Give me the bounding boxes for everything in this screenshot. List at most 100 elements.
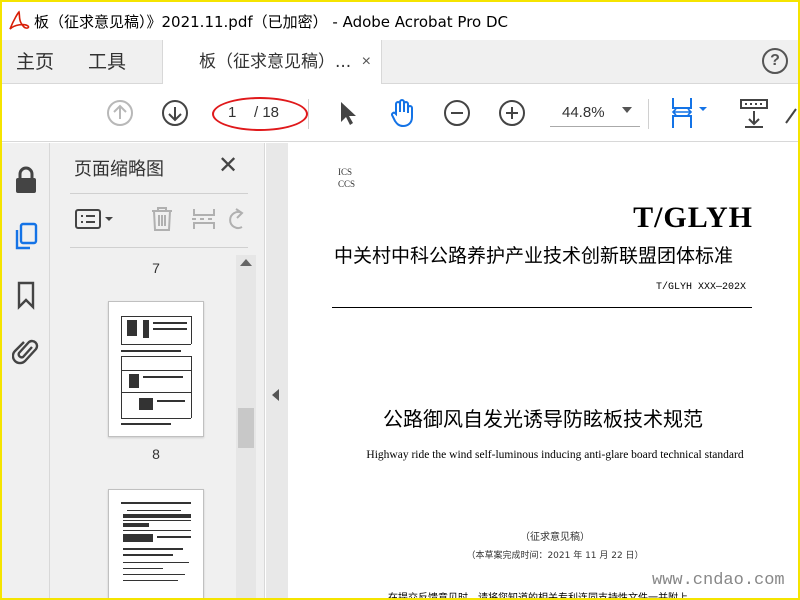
- thumbnail-block: [127, 320, 137, 336]
- thumbnail-line: [123, 574, 185, 575]
- thumbnail-line: [191, 356, 192, 418]
- zoom-select[interactable]: 44.8%: [550, 99, 640, 127]
- panel-divider: [70, 193, 248, 194]
- thumbnail-line: [191, 316, 192, 344]
- panel-title: 页面缩略图: [74, 159, 164, 180]
- thumbnail-line: [121, 356, 122, 418]
- thumbnail-page-number: 7: [152, 260, 160, 276]
- tab-tools[interactable]: 工具: [88, 40, 126, 84]
- lock-icon[interactable]: [12, 165, 40, 193]
- keyboard-scroll-icon: [740, 99, 768, 128]
- thumbnail-block: [143, 320, 149, 338]
- extract-page-button[interactable]: [190, 203, 218, 235]
- scroll-mode-button[interactable]: [736, 97, 772, 129]
- split-page-icon: [192, 209, 215, 229]
- delete-page-button[interactable]: [148, 203, 176, 235]
- toolbar-divider: [648, 99, 649, 129]
- thumbnail-line: [121, 370, 191, 371]
- thumbnail-page-number: 8: [152, 446, 160, 462]
- thumbnail-line: [143, 376, 183, 378]
- close-panel-button[interactable]: ✕: [218, 151, 238, 180]
- thumbnail-line: [121, 423, 171, 425]
- patent-notice: 在提交反馈意见时，请将您知道的相关专利连同支持性文件一并附上。: [388, 593, 698, 600]
- left-navigation-rail: [2, 143, 50, 598]
- panel-splitter[interactable]: [266, 143, 288, 598]
- hand-icon: [391, 99, 413, 128]
- scrollbar-thumb[interactable]: [238, 408, 254, 448]
- close-tab-button[interactable]: ×: [362, 40, 371, 84]
- thumbnail-line: [121, 316, 191, 317]
- scroll-up-arrow-icon[interactable]: [240, 259, 252, 266]
- thumbnail-line: [153, 328, 187, 330]
- tab-bar: 主页 工具 板（征求意见稿）... × ?: [2, 40, 798, 84]
- acrobat-icon: [6, 9, 32, 33]
- more-tools-button[interactable]: [782, 97, 798, 129]
- annotation-ellipse: [212, 97, 308, 131]
- zoom-value: 44.8%: [562, 104, 605, 121]
- thumbnail-line: [157, 536, 191, 538]
- fit-width-icon: [671, 98, 707, 128]
- toolbar: 1 / 18 44.8%: [2, 85, 798, 142]
- thumbnail-line: [121, 344, 191, 345]
- cursor-arrow-icon: [341, 102, 356, 125]
- pen-icon: [785, 108, 797, 124]
- tab-home[interactable]: 主页: [16, 40, 54, 84]
- thumbnail-line: [123, 568, 163, 569]
- zoom-in-button[interactable]: [496, 97, 528, 129]
- standard-code: T/GLYH XXX—202X: [655, 282, 746, 293]
- help-button[interactable]: ?: [762, 48, 788, 74]
- thumbnail-block: [123, 523, 149, 527]
- organization-code: T/GLYH: [633, 201, 753, 234]
- arrow-down-circle-icon: [162, 100, 188, 126]
- select-tool-button[interactable]: [332, 97, 364, 129]
- thumbnail-line: [123, 548, 183, 550]
- thumbnail-options-button[interactable]: [74, 203, 114, 235]
- thumbnail-block: [123, 534, 153, 542]
- fit-page-button[interactable]: [666, 97, 714, 129]
- thumbnail-line: [121, 418, 191, 419]
- thumbnail-line: [123, 554, 173, 556]
- thumbnail-line: [123, 520, 191, 521]
- title-bar: 板（征求意见稿）》2021.11.pdf（已加密） - Adobe Acroba…: [2, 2, 798, 40]
- arrow-up-circle-icon: [107, 100, 133, 126]
- app-window: 板（征求意见稿）》2021.11.pdf（已加密） - Adobe Acroba…: [0, 0, 800, 600]
- page-thumbnail-7[interactable]: [108, 301, 204, 437]
- thumbnail-line: [121, 356, 191, 357]
- trash-icon: [152, 207, 172, 231]
- zoom-out-button[interactable]: [441, 97, 473, 129]
- document-view[interactable]: ICS CCS T/GLYH 中关村中科公路养护产业技术创新联盟团体标准 T/G…: [288, 143, 798, 600]
- page-thumbnail-8[interactable]: [108, 489, 204, 598]
- thumbnail-block: [123, 514, 191, 518]
- thumbnail-line: [121, 502, 191, 504]
- tab-document[interactable]: 板（征求意见稿）... ×: [162, 40, 382, 84]
- document-title-en: Highway ride the wind self-luminous indu…: [366, 449, 744, 461]
- thumbnail-panel: 页面缩略图 ✕ 7 8: [50, 143, 265, 598]
- previous-page-button[interactable]: [104, 97, 136, 129]
- header-rule: [332, 307, 752, 308]
- watermark: www.cndao.com: [652, 571, 785, 590]
- hand-tool-button[interactable]: [386, 97, 418, 129]
- thumbnail-line: [123, 580, 178, 581]
- thumbnail-line: [123, 530, 191, 531]
- rotate-icon: [229, 208, 244, 229]
- thumbnail-scrollbar[interactable]: [236, 255, 256, 598]
- paperclip-icon[interactable]: [11, 335, 40, 365]
- rotate-page-button[interactable]: [228, 203, 248, 235]
- thumbnail-line: [121, 350, 181, 352]
- chevron-down-icon: [622, 107, 632, 113]
- ics-label: ICS: [338, 167, 353, 177]
- thumbnail-line: [121, 316, 122, 344]
- collapse-panel-icon[interactable]: [272, 389, 279, 401]
- next-page-button[interactable]: [159, 97, 191, 129]
- window-title: 板（征求意见稿）》2021.11.pdf（已加密） - Adobe Acroba…: [34, 12, 508, 31]
- draft-date: （本草案完成时间：2021 年 11 月 22 日）: [466, 551, 644, 561]
- bookmark-icon[interactable]: [12, 280, 40, 310]
- thumbnail-line: [121, 392, 191, 393]
- ccs-label: CCS: [338, 179, 356, 189]
- plus-circle-icon: [499, 100, 525, 126]
- page-thumbnails-icon[interactable]: [12, 221, 40, 250]
- thumbnail-block: [139, 398, 153, 410]
- thumbnail-line: [127, 510, 181, 511]
- panel-divider: [70, 247, 248, 248]
- thumbnail-line: [157, 400, 185, 402]
